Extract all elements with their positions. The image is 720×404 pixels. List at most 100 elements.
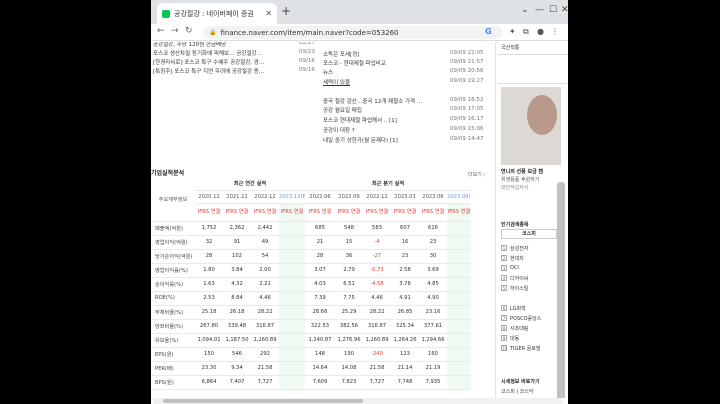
discussion-title[interactable]: 내일 중기 상한가(월 문제다) [1] bbox=[323, 136, 443, 144]
discussion-item[interactable]: 공강이 대장 ? 09/09 15:06 bbox=[323, 126, 493, 134]
discussion-title[interactable]: 중국 철강 감산…중국 12개 제철소 가격 … bbox=[323, 97, 443, 105]
table-cell: 7,823 bbox=[335, 375, 363, 390]
stock-rank: 10 bbox=[501, 345, 508, 351]
row-label-header: 주요재무정보 bbox=[158, 196, 188, 203]
market-links[interactable]: 코스피 | 코스닥 bbox=[501, 388, 533, 395]
ad-image[interactable] bbox=[501, 87, 561, 165]
column-header[interactable]: 2023.06 bbox=[419, 190, 447, 204]
table-cell: 25.18 bbox=[195, 305, 223, 320]
table-cell: 2,442 bbox=[251, 221, 279, 236]
reload-icon[interactable]: ↻ bbox=[185, 26, 193, 36]
table-cell: 28.22 bbox=[251, 305, 279, 320]
table-cell: -4.58 bbox=[363, 277, 391, 292]
table-cell: 1,240.87 bbox=[305, 333, 335, 348]
table-cell: 1,187.50 bbox=[223, 333, 251, 348]
page-content: 공강절강, 주당 120원 현금배당 02/27 포스코 생산차질 장기화에 피해보… bbox=[151, 42, 568, 398]
table-cell: 3.07 bbox=[305, 263, 335, 278]
table-cell: 15 bbox=[335, 235, 363, 250]
popular-stock-link[interactable]: TIGER 골로벌 bbox=[510, 345, 540, 352]
discussion-item[interactable]: 공강 월요일 매집 09/09 17:05 bbox=[323, 106, 493, 114]
table-cell bbox=[447, 333, 471, 348]
table-cell: -240 bbox=[363, 347, 391, 362]
discussion-title[interactable]: 소독은 포세[정] bbox=[323, 50, 443, 58]
popular-stock-link[interactable]: 사조대림 bbox=[510, 325, 528, 332]
browser-tab[interactable]: 공강절강 : 네이버페이 증권 ✕ bbox=[157, 3, 277, 24]
news-item[interactable]: 포스코 생산차질 장기화에 피해보… 공강절강… 09/23 bbox=[153, 49, 321, 57]
discussion-item[interactable]: 포스코 - 현대제철 파업비교 09/09 21:57 bbox=[323, 59, 493, 67]
news-title[interactable]: [특징주] 포스코 특구 지연 우려에 공강절강 증… bbox=[153, 67, 293, 75]
profile-icon[interactable]: ● bbox=[537, 27, 544, 36]
column-header[interactable]: 2023.12(E) bbox=[279, 190, 305, 204]
new-tab-icon[interactable]: + bbox=[281, 4, 291, 18]
table-cell: 548 bbox=[335, 221, 363, 236]
popular-stock-link[interactable]: 삼성전자 bbox=[510, 245, 528, 252]
table-cell: 91 bbox=[223, 235, 251, 250]
chevron-down-icon[interactable]: ⌄ bbox=[521, 5, 529, 15]
extension-icon[interactable]: ✦ bbox=[509, 27, 516, 36]
popular-stock-link[interactable]: POSCO홀딩스 bbox=[510, 315, 541, 322]
popular-stock-link[interactable]: LG화학 bbox=[510, 305, 526, 312]
google-icon[interactable]: G bbox=[485, 27, 492, 36]
tab-title: 공강절강 : 네이버페이 증권 bbox=[174, 9, 254, 18]
table-cell bbox=[447, 263, 471, 278]
news-title[interactable]: 공강절강, 주당 120원 현금배당 bbox=[153, 42, 293, 48]
column-header[interactable]: 2022.09 bbox=[335, 190, 363, 204]
maximize-icon[interactable]: ☐ bbox=[549, 5, 557, 15]
discussion-item[interactable]: 세력이 있을 09/09 19:27 bbox=[323, 78, 493, 86]
back-icon[interactable]: ← bbox=[157, 26, 165, 36]
discussion-title[interactable]: 공강이 대장 ? bbox=[323, 126, 443, 134]
column-header[interactable]: 2022.12 bbox=[363, 190, 391, 204]
discussion-item[interactable]: 중국 철강 감산…중국 12개 제철소 가격 … 09/09 18:52 bbox=[323, 97, 493, 105]
column-header[interactable]: 2022.12 bbox=[251, 190, 279, 204]
table-cell: 382.56 bbox=[335, 319, 363, 334]
discussion-item[interactable]: 뉴스 09/09 20:56 bbox=[323, 68, 493, 76]
discussion-item[interactable]: 내일 중기 상한가(월 문제다) [1] 09/09 14:47 bbox=[323, 136, 493, 144]
minimize-icon[interactable]: — bbox=[535, 5, 544, 15]
news-item[interactable]: 공강절강, 주당 120원 현금배당 02/27 bbox=[153, 42, 321, 48]
horizontal-scrollbar[interactable] bbox=[153, 398, 563, 404]
table-cell: 2.79 bbox=[335, 263, 363, 278]
news-item[interactable]: [특징주] 포스코 특구 지연 우려에 공강절강 증… 09/16 bbox=[153, 67, 321, 75]
forward-icon[interactable]: → bbox=[171, 26, 179, 36]
row-label: BPS(원) bbox=[151, 375, 195, 390]
table-cell: 32 bbox=[195, 235, 223, 250]
popular-stock-link[interactable]: 하이스틸 bbox=[510, 285, 528, 292]
naver-favicon-icon bbox=[162, 9, 170, 18]
scrollbar-thumb[interactable] bbox=[557, 182, 565, 398]
hscroll-thumb[interactable] bbox=[163, 399, 363, 403]
news-title[interactable]: [한경라씨로] 포스코 특구 수혜주 공강절강, 경… bbox=[153, 58, 293, 66]
popular-stock-link[interactable]: 대동 bbox=[510, 335, 519, 342]
close-window-icon[interactable]: ✕ bbox=[561, 5, 568, 15]
popular-stock-link[interactable]: OCI bbox=[510, 265, 519, 271]
discussion-title[interactable]: 포스코 - 현대제철 파업비교 bbox=[323, 59, 443, 67]
column-header[interactable]: 2023.09(E) bbox=[447, 190, 471, 204]
column-header[interactable]: 2021.12 bbox=[223, 190, 251, 204]
discussion-title[interactable]: 공강 월요일 매집 bbox=[323, 106, 443, 114]
stock-rank: 8 bbox=[501, 325, 507, 331]
ifrs-label: IFRS 연결 bbox=[391, 203, 419, 222]
more-link[interactable]: 더보기 › bbox=[468, 171, 485, 178]
row-label: PER(배) bbox=[151, 361, 195, 376]
menu-icon[interactable]: ⋮ bbox=[551, 27, 559, 36]
discussion-item[interactable]: 소독은 포세[정] 09/09 22:05 bbox=[323, 50, 493, 58]
table-cell: 7,727 bbox=[251, 375, 279, 390]
discussion-title[interactable]: 세력이 있을 bbox=[323, 78, 443, 86]
discussion-title[interactable]: 포스코 현대제철 파업해서 .. [1] bbox=[323, 116, 443, 124]
news-item[interactable]: [한경라씨로] 포스코 특구 수혜주 공강절강, 경… 09/16 bbox=[153, 58, 321, 66]
address-bar[interactable]: 🔒 finance.naver.com/item/main.naver?code… bbox=[203, 26, 503, 39]
puzzle-icon[interactable]: ⧉ bbox=[523, 27, 529, 37]
popular-stock-link[interactable]: 디어이씨 bbox=[510, 275, 528, 282]
column-header[interactable]: 2022.06 bbox=[305, 190, 335, 204]
news-title[interactable]: 포스코 생산차질 장기화에 피해보… 공강절강… bbox=[153, 49, 293, 57]
discussion-title[interactable]: 뉴스 bbox=[323, 68, 443, 76]
discussion-date: 09/09 15:06 bbox=[450, 126, 484, 132]
ad-caption-title[interactable]: 연니의 선풍 모금 캠 bbox=[501, 168, 543, 175]
tab-kospi[interactable]: 코스피 bbox=[501, 229, 557, 239]
close-tab-icon[interactable]: ✕ bbox=[265, 9, 272, 18]
discussion-date: 09/09 19:27 bbox=[450, 78, 484, 84]
table-row: 순이익률(%) 1.63 4.32 2.21 4.03 6.51 -4.58 3.78 4.85 bbox=[151, 277, 471, 292]
column-header[interactable]: 2020.12 bbox=[195, 190, 223, 204]
column-header[interactable]: 2023.03 bbox=[391, 190, 419, 204]
discussion-item[interactable]: 포스코 현대제철 파업해서 .. [1] 09/09 16:17 bbox=[323, 116, 493, 124]
popular-stock-link[interactable]: 현대차 bbox=[510, 255, 524, 262]
